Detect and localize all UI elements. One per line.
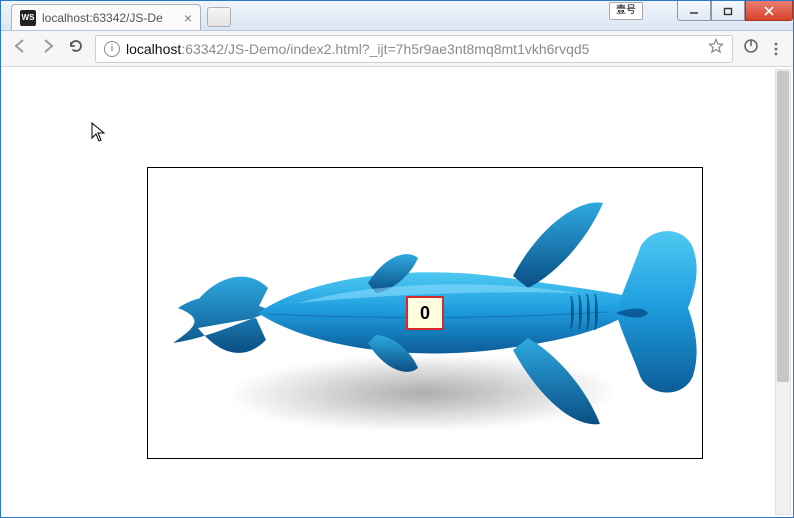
- shark-image: 0: [148, 168, 702, 458]
- bookmark-button[interactable]: [708, 38, 724, 59]
- forward-button[interactable]: [39, 37, 57, 60]
- mouse-cursor-icon: [91, 122, 109, 149]
- maximize-icon: [723, 6, 733, 16]
- reload-icon: [67, 37, 85, 55]
- counter-value: 0: [420, 303, 430, 324]
- ime-indicator: 壹号: [609, 2, 643, 20]
- vertical-scrollbar[interactable]: [775, 69, 791, 515]
- url-text: localhost:63342/JS-Demo/index2.html?_ijt…: [126, 41, 702, 57]
- menu-button[interactable]: [769, 41, 783, 57]
- maximize-button[interactable]: [711, 1, 745, 21]
- counter-box: 0: [406, 296, 444, 330]
- power-icon: [743, 38, 759, 54]
- url-host: localhost: [126, 41, 181, 57]
- tab-title: localhost:63342/JS-De: [42, 11, 178, 25]
- kebab-icon: [769, 41, 783, 57]
- minimize-button[interactable]: [677, 1, 711, 21]
- reload-button[interactable]: [67, 37, 85, 60]
- window-controls: [677, 1, 793, 21]
- close-button[interactable]: [745, 1, 793, 21]
- toolbar: i localhost:63342/JS-Demo/index2.html?_i…: [1, 31, 793, 67]
- image-frame: 0: [147, 167, 703, 459]
- minimize-icon: [689, 6, 699, 16]
- arrow-right-icon: [39, 37, 57, 55]
- page-viewport: 0: [1, 67, 793, 517]
- browser-window: 壹号 WS localhost:63342/JS-De ×: [0, 0, 794, 518]
- new-tab-button[interactable]: [207, 7, 231, 27]
- titlebar: 壹号 WS localhost:63342/JS-De ×: [1, 1, 793, 31]
- url-path: :63342/JS-Demo/index2.html?_ijt=7h5r9ae3…: [181, 41, 589, 57]
- back-button[interactable]: [11, 37, 29, 60]
- site-info-icon[interactable]: i: [104, 41, 120, 57]
- star-icon: [708, 38, 724, 54]
- arrow-left-icon: [11, 37, 29, 55]
- browser-tab[interactable]: WS localhost:63342/JS-De ×: [11, 4, 201, 30]
- scrollbar-thumb[interactable]: [777, 71, 789, 382]
- favicon-icon: WS: [20, 10, 36, 26]
- tab-close-button[interactable]: ×: [184, 10, 192, 26]
- close-icon: [763, 5, 775, 17]
- address-bar[interactable]: i localhost:63342/JS-Demo/index2.html?_i…: [95, 35, 733, 63]
- extension-button[interactable]: [743, 38, 759, 59]
